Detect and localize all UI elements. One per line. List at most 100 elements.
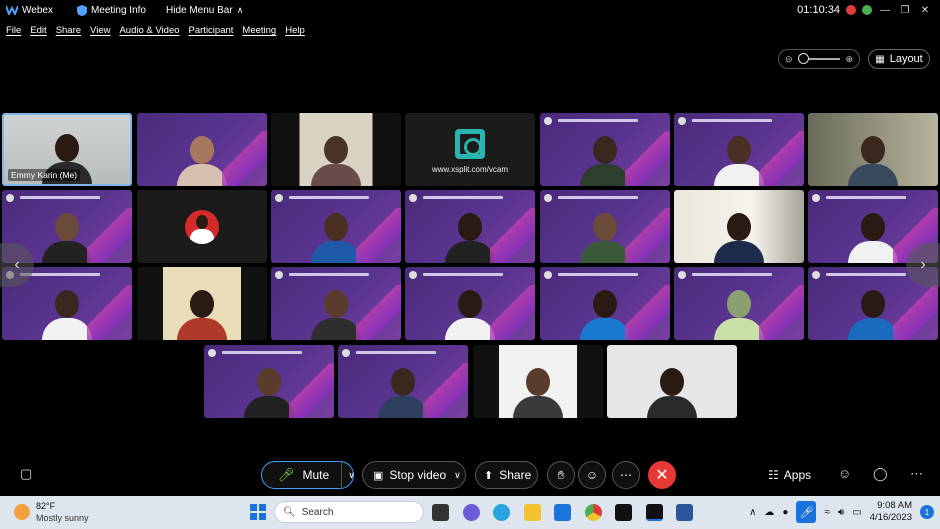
menu-item-share[interactable]: Share (56, 25, 81, 36)
video-tile[interactable] (607, 345, 737, 418)
microphone-in-use-icon[interactable]: 🎤︎ (796, 501, 817, 523)
task-view-icon[interactable] (432, 504, 449, 521)
ellipsis-icon: ⋯ (620, 468, 632, 482)
video-tile[interactable] (540, 190, 670, 263)
chevron-up-icon[interactable]: ∧ (749, 507, 756, 518)
video-tile[interactable] (405, 267, 535, 340)
video-tile[interactable] (271, 190, 401, 263)
edge-browser-icon[interactable] (493, 504, 510, 521)
webex-meeting-taskbar-icon[interactable] (646, 504, 663, 521)
search-icon: 🔍︎ (283, 506, 296, 518)
webex-tray-icon[interactable]: ● (782, 507, 788, 518)
participant-video (40, 209, 94, 263)
seminar-banner (544, 117, 644, 125)
video-tile[interactable] (808, 113, 938, 186)
chat-icon[interactable]: ◯ (873, 466, 888, 482)
minimize-button[interactable]: — (878, 5, 892, 16)
weather-condition: Mostly sunny (36, 513, 89, 523)
menu-item-meeting[interactable]: Meeting (242, 25, 276, 36)
onedrive-icon[interactable]: ☁ (764, 507, 774, 518)
leave-meeting-button[interactable]: ✕ (648, 461, 676, 489)
video-tile[interactable] (204, 345, 334, 418)
menu-item-help[interactable]: Help (285, 25, 305, 36)
menu-item-view[interactable]: View (90, 25, 110, 36)
clock[interactable]: 9:08 AM 4/16/2023 (870, 500, 912, 524)
layout-button[interactable]: ▦ Layout (868, 49, 930, 69)
mute-button[interactable]: 🎤︎ Mute ∨ (261, 461, 355, 489)
hide-menu-label: Hide Menu Bar (166, 4, 233, 16)
participant-video (578, 132, 632, 186)
restore-button[interactable]: ❐ (898, 5, 912, 16)
smiley-icon: ☺ (585, 468, 599, 482)
chevron-right-icon: › (920, 256, 926, 273)
zoom-track[interactable] (797, 53, 841, 64)
more-options-button[interactable]: ⋯ (612, 461, 640, 489)
webex-taskbar-icon[interactable] (615, 504, 632, 521)
reactions-button[interactable]: ☺ (578, 461, 606, 489)
seminar-banner (544, 271, 644, 279)
menu-item-participant[interactable]: Participant (189, 25, 234, 36)
mail-icon[interactable] (554, 504, 571, 521)
seminar-banner (342, 349, 442, 357)
share-button[interactable]: ⬆ Share (475, 461, 538, 489)
microphone-icon: 🎤︎ (278, 467, 295, 482)
video-tile[interactable] (540, 113, 670, 186)
teams-chat-icon[interactable] (463, 504, 480, 521)
zoom-knob[interactable] (797, 53, 809, 64)
zoom-slider[interactable]: ⊝ ⊕ (778, 49, 860, 69)
zoom-out-icon[interactable]: ⊝ (785, 54, 793, 65)
close-window-button[interactable]: ✕ (918, 5, 932, 16)
volume-icon[interactable]: 🔊︎ (838, 507, 844, 518)
menu-item-edit[interactable]: Edit (30, 25, 46, 36)
video-tile[interactable] (137, 113, 267, 186)
app-name: Webex (22, 4, 53, 16)
apps-label: Apps (783, 468, 812, 482)
meeting-info-button[interactable]: Meeting Info (76, 4, 146, 16)
stop-video-button[interactable]: ▣ Stop video ∨ (362, 461, 466, 489)
video-tile[interactable] (271, 113, 401, 186)
mute-label: Mute (302, 468, 330, 482)
video-tile[interactable] (674, 267, 804, 340)
recording-indicator-icon[interactable] (846, 5, 856, 15)
raise-hand-button[interactable]: ✋︎ (547, 461, 575, 489)
captions-icon[interactable]: ▢ (20, 466, 32, 482)
apps-button[interactable]: ☷ Apps (768, 468, 811, 482)
video-tile[interactable] (674, 190, 804, 263)
video-tile[interactable] (338, 345, 468, 418)
hide-menu-bar-button[interactable]: Hide Menu Bar ∧ (166, 5, 243, 16)
video-tile-avatar[interactable] (137, 190, 267, 263)
share-screen-icon: ⬆ (484, 469, 494, 482)
wifi-icon[interactable]: ≈ (824, 507, 830, 518)
apps-icon: ☷ (768, 468, 779, 482)
video-tile[interactable] (540, 267, 670, 340)
notification-badge[interactable]: 1 (920, 505, 934, 519)
menu-item-file[interactable]: File (6, 25, 21, 36)
participant-video (578, 286, 632, 340)
share-label: Share (499, 468, 532, 482)
chevron-down-icon[interactable]: ∨ (454, 470, 461, 481)
taskbar-search[interactable]: 🔍︎ Search (274, 501, 424, 523)
battery-icon[interactable]: ▭ (852, 507, 861, 518)
participants-icon[interactable]: ☺ (838, 466, 851, 481)
video-tile-self[interactable]: Emmy Karin (Me) (2, 113, 132, 186)
menu-item-audio-video[interactable]: Audio & Video (119, 25, 179, 36)
video-tile[interactable] (137, 267, 267, 340)
user-avatar[interactable] (862, 5, 872, 15)
more-icon[interactable]: ⋯ (910, 466, 923, 482)
chrome-icon[interactable] (585, 504, 602, 521)
zoom-in-icon[interactable]: ⊕ (845, 54, 853, 65)
participant-video (443, 209, 497, 263)
word-icon[interactable] (676, 504, 693, 521)
file-explorer-icon[interactable] (524, 504, 541, 521)
video-tile[interactable] (405, 190, 535, 263)
video-tile-vcam[interactable]: www.xsplit.com/vcam (405, 113, 535, 186)
video-tile[interactable] (271, 267, 401, 340)
video-tile[interactable] (473, 345, 603, 418)
weather-widget[interactable]: 82°F Mostly sunny (14, 500, 89, 524)
chevron-down-icon[interactable]: ∨ (341, 461, 355, 489)
video-camera-icon: ▣ (373, 469, 384, 482)
search-placeholder: Search (301, 506, 334, 518)
meeting-timer: 01:10:34 (797, 4, 840, 16)
video-tile[interactable] (674, 113, 804, 186)
windows-start-icon[interactable] (250, 504, 266, 520)
